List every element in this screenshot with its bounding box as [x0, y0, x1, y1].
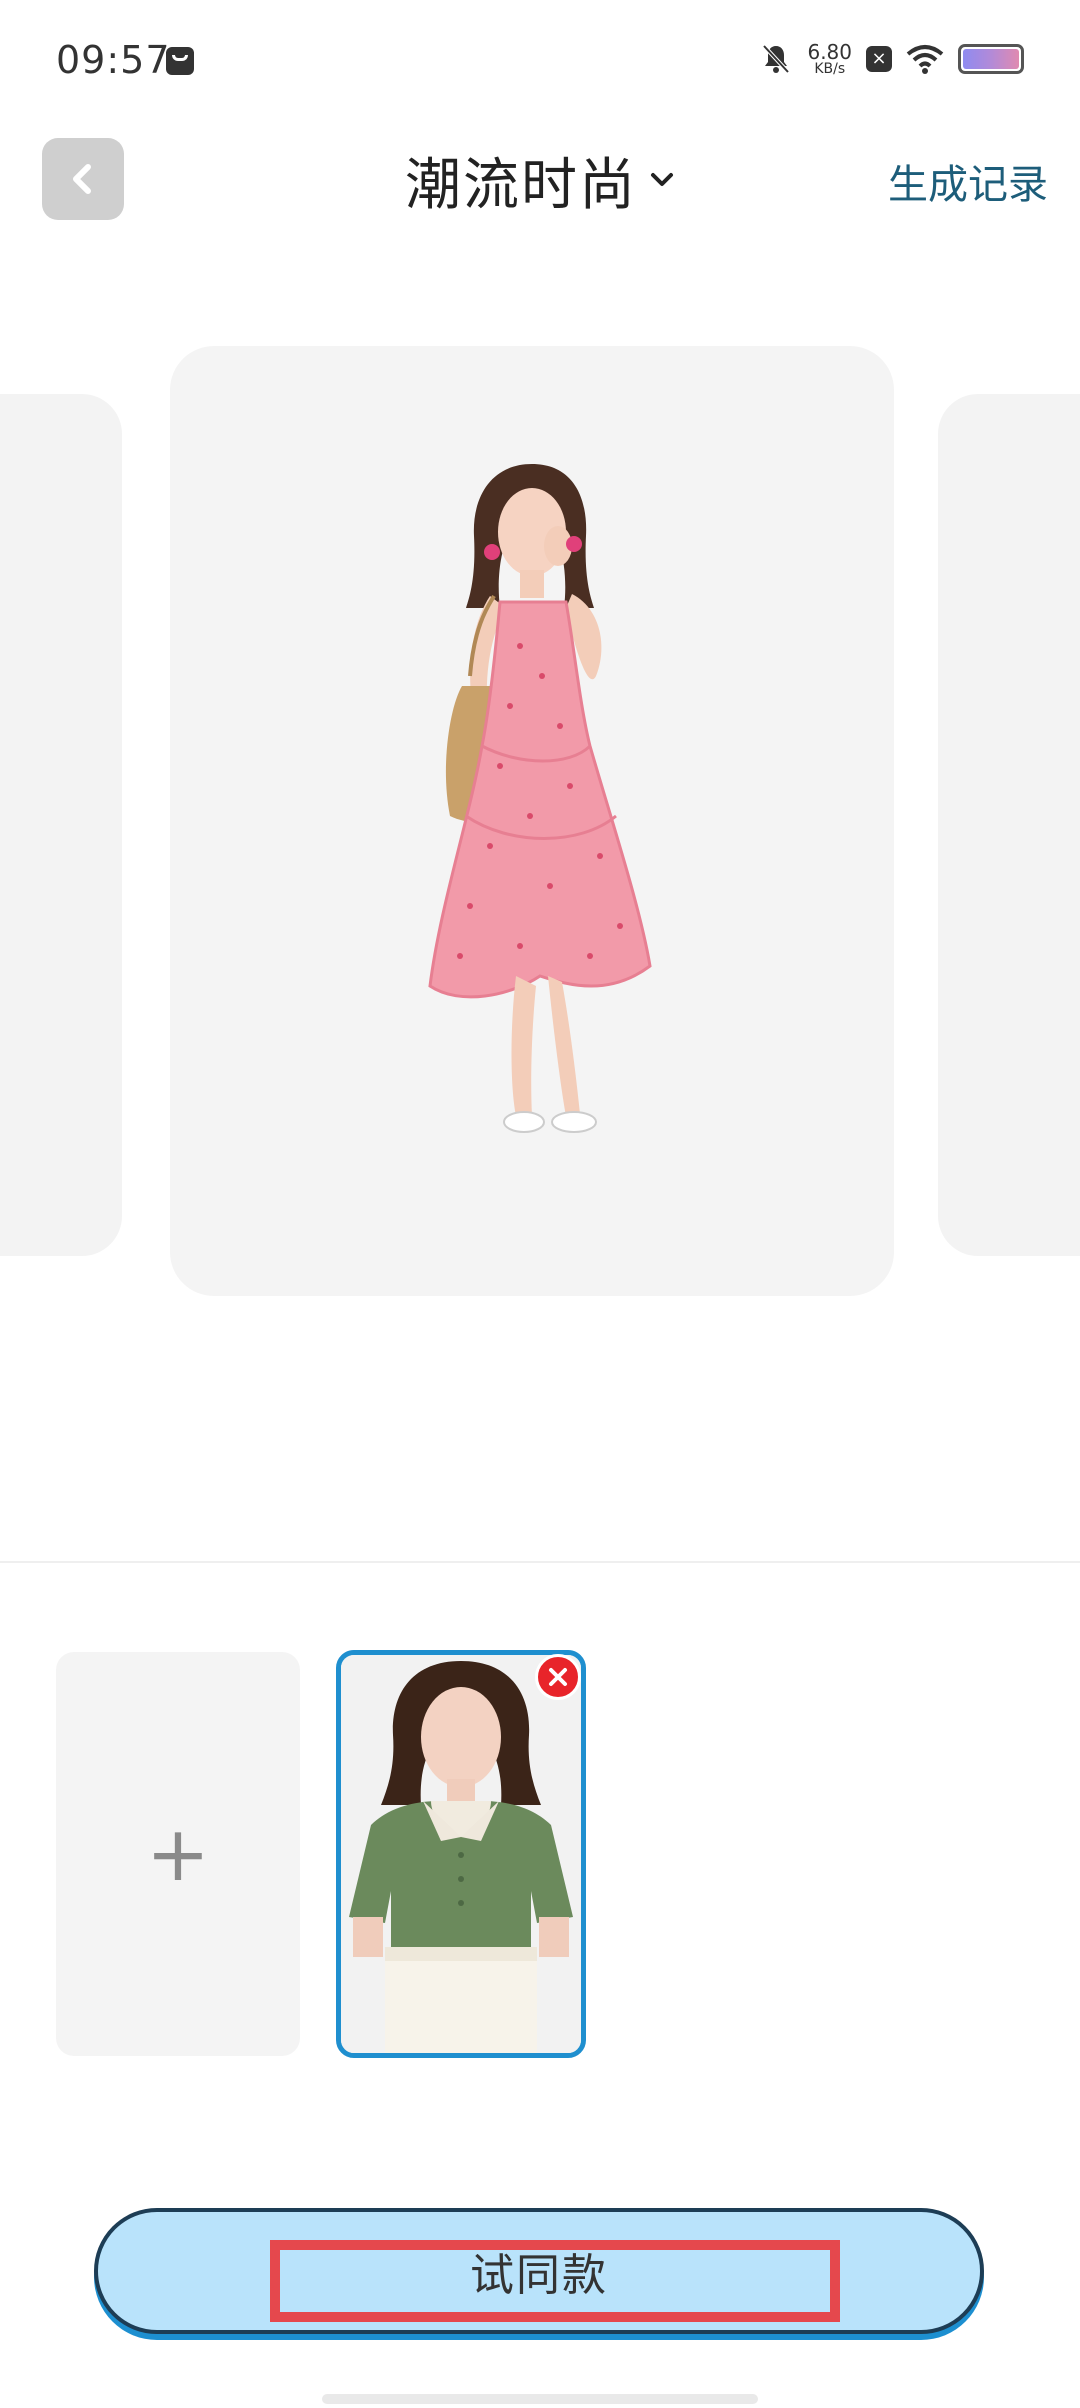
status-time: 09:57: [56, 38, 171, 82]
chevron-down-icon: [651, 173, 673, 186]
plus-icon: +: [146, 1809, 210, 1898]
try-on-screen: 09:57 6.80 KB/s × 潮流时尚 生成记录 + 试同款: [0, 0, 1080, 2408]
garment-photo-image: [341, 1655, 581, 2053]
chevron-left-icon: [73, 164, 91, 194]
carousel-card-next[interactable]: [938, 394, 1080, 1256]
add-garment-button[interactable]: +: [56, 1652, 300, 2056]
try-same-style-button[interactable]: 试同款: [94, 2208, 984, 2334]
network-speed-unit: KB/s: [814, 61, 846, 77]
home-indicator[interactable]: [322, 2394, 758, 2404]
message-notification-icon: [166, 47, 194, 75]
section-divider: [0, 1561, 1080, 1563]
garment-thumbnail-selected[interactable]: [336, 1650, 586, 2058]
page-title: 潮流时尚: [405, 152, 637, 218]
remove-garment-button[interactable]: [535, 1654, 581, 1700]
category-dropdown[interactable]: 潮流时尚: [405, 140, 675, 221]
x-box-icon: ×: [866, 46, 892, 72]
close-icon: [549, 1668, 567, 1686]
status-bar: 09:57 6.80 KB/s ×: [0, 0, 1080, 120]
back-button[interactable]: [42, 138, 124, 220]
network-speed-value: 6.80: [807, 40, 852, 64]
carousel-card-current[interactable]: [170, 346, 894, 1296]
battery-fill: [963, 49, 1019, 69]
model-photo-image: [428, 464, 652, 1133]
generation-history-link[interactable]: 生成记录: [888, 152, 1048, 210]
wifi-icon: [906, 45, 944, 74]
battery-icon: [958, 44, 1024, 74]
try-same-style-label: 试同款: [470, 2250, 608, 2301]
model-carousel[interactable]: [0, 340, 1080, 1310]
status-icons: 6.80 KB/s ×: [759, 42, 1024, 76]
carousel-card-previous[interactable]: [0, 394, 122, 1256]
bell-off-icon: [762, 44, 790, 74]
network-speed: 6.80 KB/s: [807, 42, 852, 76]
